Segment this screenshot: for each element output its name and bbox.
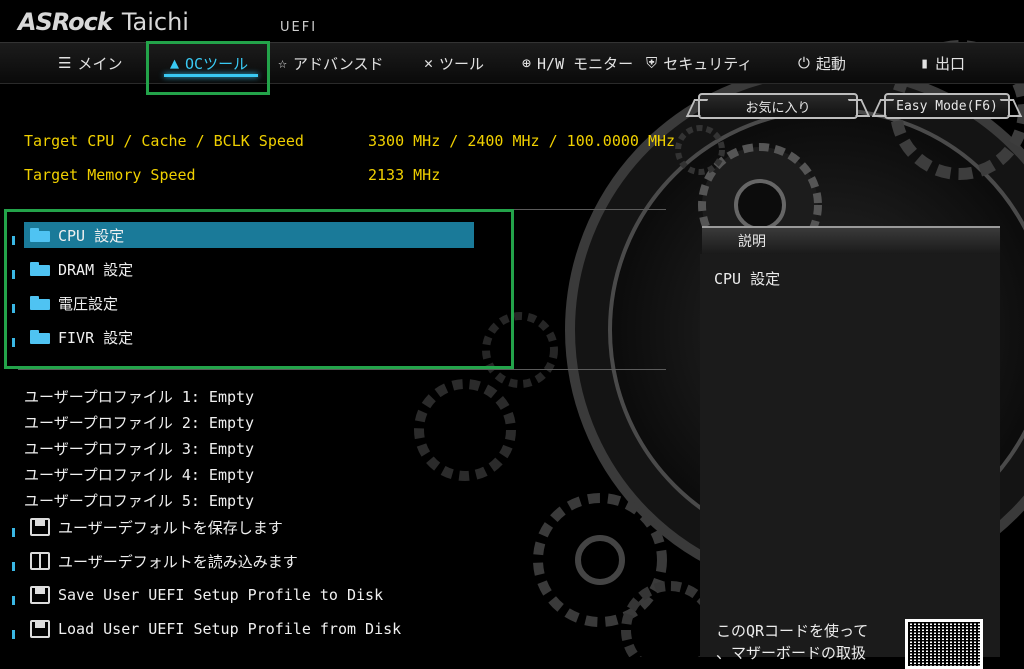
save-user-defaults[interactable]: ユーザーデフォルトを保存します bbox=[30, 514, 283, 540]
qr-caption-line1: このQRコードを使って bbox=[716, 622, 869, 640]
item-marker bbox=[12, 596, 15, 605]
tab-tools-label: ツール bbox=[439, 54, 485, 73]
disk-load-icon bbox=[30, 620, 50, 638]
tab-hw-label: H/W モニター bbox=[537, 54, 634, 73]
target-memory-label: Target Memory Speed bbox=[24, 166, 196, 184]
tab-boot-label: 起動 bbox=[815, 54, 846, 73]
save-profile-to-disk[interactable]: Save User UEFI Setup Profile to Disk bbox=[30, 582, 383, 608]
tab-exit-label: 出口 bbox=[935, 54, 966, 73]
target-memory-value: 2133 MHz bbox=[368, 166, 441, 184]
tab-main[interactable]: ☰ メイン bbox=[58, 43, 122, 83]
user-profile-2[interactable]: ユーザープロファイル 2: Empty bbox=[24, 412, 254, 433]
description-text: CPU 設定 bbox=[714, 270, 781, 288]
book-icon bbox=[30, 552, 50, 570]
tab-advanced[interactable]: ☆ アドバンスド bbox=[278, 43, 383, 83]
user-profile-3[interactable]: ユーザープロファイル 3: Empty bbox=[24, 438, 254, 459]
target-cpu-value: 3300 MHz / 2400 MHz / 100.0000 MHz bbox=[368, 132, 676, 150]
star-icon: ☆ bbox=[278, 54, 288, 72]
shield-icon: ⛨ bbox=[646, 54, 658, 72]
action-label: Save User UEFI Setup Profile to Disk bbox=[58, 586, 384, 604]
tab-advanced-label: アドバンスド bbox=[293, 54, 384, 73]
user-profile-4[interactable]: ユーザープロファイル 4: Empty bbox=[24, 464, 254, 485]
tab-exit[interactable]: ▮ 出口 bbox=[920, 43, 965, 83]
easy-mode-button[interactable]: Easy Mode(F6) bbox=[884, 93, 1010, 119]
board-model: Taichi bbox=[121, 8, 189, 36]
divider bbox=[18, 369, 666, 370]
target-cpu-label: Target CPU / Cache / BCLK Speed bbox=[24, 132, 304, 150]
tools-icon: ✕ bbox=[424, 54, 434, 72]
uefi-label: UEFI bbox=[280, 20, 318, 35]
qr-caption-line2: 、マザーボードの取扱 bbox=[716, 644, 867, 662]
action-label: ユーザーデフォルトを保存します bbox=[58, 518, 283, 537]
item-marker bbox=[12, 562, 15, 571]
tab-main-label: メイン bbox=[77, 54, 123, 73]
load-profile-from-disk[interactable]: Load User UEFI Setup Profile from Disk bbox=[30, 616, 401, 642]
qr-code-image bbox=[905, 619, 983, 669]
action-label: ユーザーデフォルトを読み込みます bbox=[58, 552, 298, 571]
description-header: 説明 bbox=[702, 226, 1000, 254]
save-icon bbox=[30, 518, 50, 536]
item-marker bbox=[12, 630, 15, 639]
action-label: Load User UEFI Setup Profile from Disk bbox=[58, 620, 402, 638]
brand-logo: ASRock bbox=[18, 8, 113, 36]
menu-highlight-frame bbox=[4, 209, 514, 369]
list-icon: ☰ bbox=[58, 54, 72, 72]
user-profile-1[interactable]: ユーザープロファイル 1: Empty bbox=[24, 386, 254, 407]
tab-security[interactable]: ⛨ セキュリティ bbox=[646, 43, 752, 83]
favorites-button[interactable]: お気に入り bbox=[698, 93, 858, 119]
exit-icon: ▮ bbox=[920, 54, 930, 72]
item-marker bbox=[12, 528, 15, 537]
description-panel bbox=[700, 254, 1000, 657]
qr-caption: このQRコードを使って 、マザーボードの取扱 bbox=[716, 620, 868, 664]
crosshair-icon: ⊕ bbox=[522, 54, 532, 72]
tab-highlight-frame bbox=[146, 41, 270, 95]
brand-header: ASRock Taichi UEFI bbox=[18, 8, 315, 40]
load-user-defaults[interactable]: ユーザーデフォルトを読み込みます bbox=[30, 548, 298, 574]
tab-security-label: セキュリティ bbox=[663, 54, 753, 73]
tab-hw-monitor[interactable]: ⊕ H/W モニター bbox=[522, 43, 633, 83]
disk-save-icon bbox=[30, 586, 50, 604]
tab-tools[interactable]: ✕ ツール bbox=[424, 43, 484, 83]
tab-boot[interactable]: ⏻ 起動 bbox=[798, 43, 846, 83]
power-icon: ⏻ bbox=[798, 54, 810, 72]
user-profile-5[interactable]: ユーザープロファイル 5: Empty bbox=[24, 490, 254, 511]
